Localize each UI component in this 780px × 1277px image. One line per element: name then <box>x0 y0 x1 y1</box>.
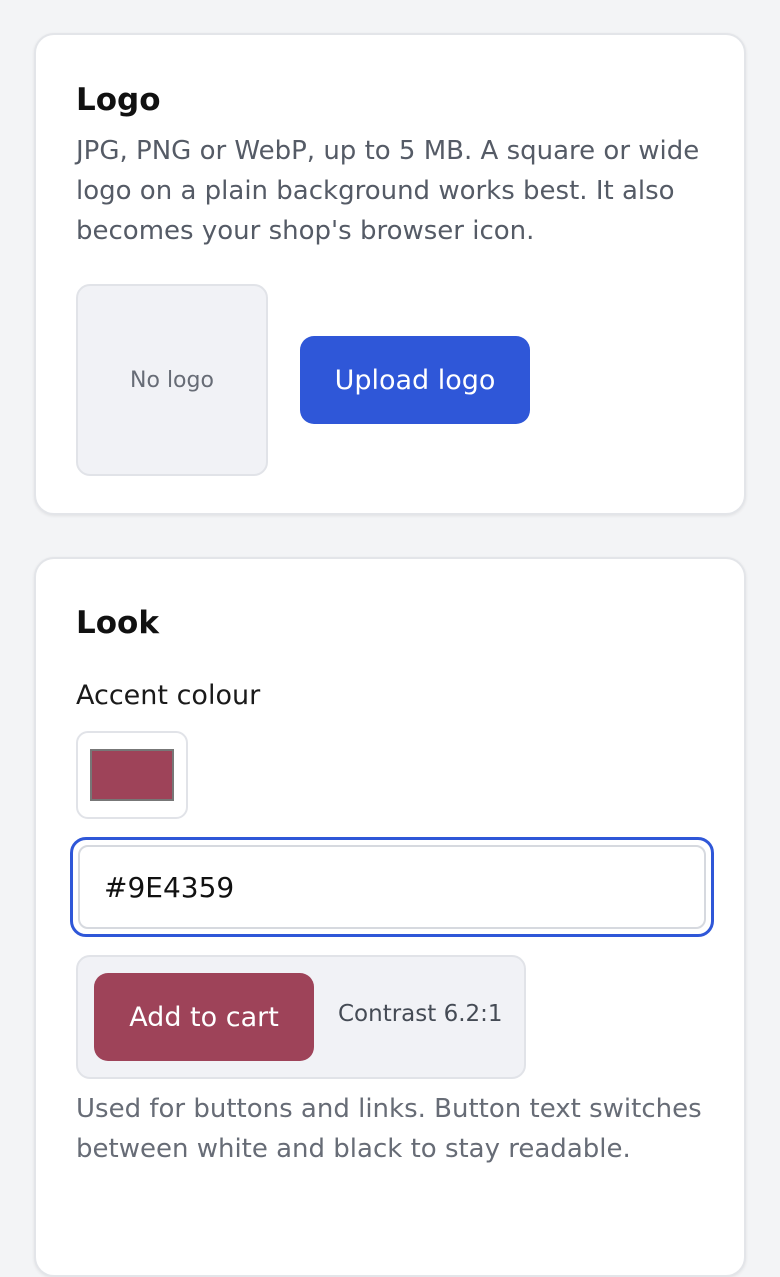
add-to-cart-preview-button[interactable]: Add to cart <box>94 973 314 1061</box>
accent-hex-field-focus-ring <box>70 837 714 937</box>
look-card: Look Accent colour Add to cart Contrast … <box>34 557 746 1277</box>
look-section-title: Look <box>76 605 159 641</box>
accent-colour-swatch <box>90 749 174 801</box>
accent-help-text: Used for buttons and links. Button text … <box>76 1094 702 1164</box>
contrast-ratio: Contrast 6.2:1 <box>338 1001 503 1027</box>
logo-section-title: Logo <box>76 82 161 118</box>
logo-preview: No logo <box>76 284 268 476</box>
logo-card: Logo JPG, PNG or WebP, up to 5 MB. A squ… <box>34 33 746 515</box>
logo-placeholder-text: No logo <box>130 367 214 393</box>
accent-hex-input[interactable] <box>78 845 706 929</box>
upload-logo-button[interactable]: Upload logo <box>300 336 530 424</box>
accent-colour-label: Accent colour <box>76 680 261 711</box>
accent-colour-picker[interactable] <box>76 731 188 819</box>
logo-description: JPG, PNG or WebP, up to 5 MB. A square o… <box>76 136 700 246</box>
button-preview: Add to cart Contrast 6.2:1 <box>76 955 526 1079</box>
